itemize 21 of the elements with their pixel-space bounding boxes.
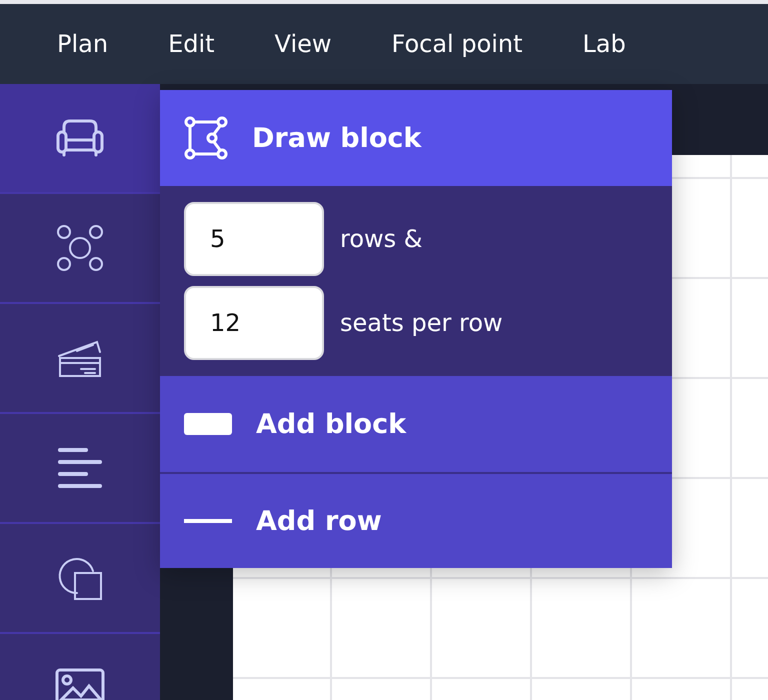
align-left-icon xyxy=(58,447,102,489)
nodes-icon xyxy=(57,225,103,271)
tickets-icon xyxy=(57,338,103,378)
sidebar-tool-button[interactable] xyxy=(0,84,160,194)
number-input[interactable]: 12 xyxy=(184,286,324,360)
menu-item[interactable]: Focal point xyxy=(392,30,523,58)
menu-item[interactable]: View xyxy=(274,30,332,58)
armchair-icon xyxy=(55,118,105,158)
rectangle-icon xyxy=(184,413,232,435)
number-input[interactable]: 5 xyxy=(184,202,324,276)
image-icon xyxy=(55,668,105,700)
menu-item[interactable]: Edit xyxy=(168,30,215,58)
add-button[interactable]: Add block xyxy=(160,376,672,472)
menu-item[interactable]: Lab xyxy=(582,30,626,58)
shapes-icon xyxy=(57,555,103,601)
field-label: seats per row xyxy=(340,309,503,337)
popup-title: Draw block xyxy=(252,122,422,154)
field-label: rows & xyxy=(340,225,422,253)
bezier-shape-icon xyxy=(184,116,228,160)
menu-item[interactable]: Plan xyxy=(57,30,108,58)
add-button[interactable]: Add row xyxy=(160,472,672,568)
